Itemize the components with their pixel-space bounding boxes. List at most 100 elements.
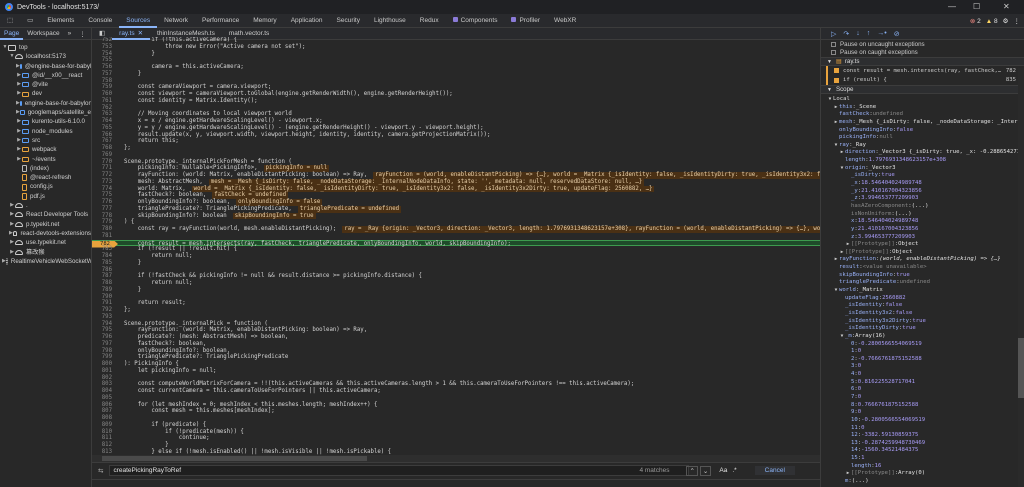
scope-variable[interactable]: 1: 0	[821, 348, 1024, 356]
scope-variable[interactable]: 11: 0	[821, 425, 1024, 433]
tree-item[interactable]: ▶ p.typekit.net	[0, 220, 91, 229]
scope-variable[interactable]: 9: 0	[821, 409, 1024, 417]
scope-variable[interactable]: 8: 0.7666761875152588	[821, 402, 1024, 410]
line-number[interactable]: 796	[92, 334, 116, 341]
scope-variable[interactable]: m: (...)	[821, 478, 1024, 486]
line-number[interactable]: 757	[92, 71, 116, 78]
scope-variable[interactable]: _isIdentityDirty: true	[821, 325, 1024, 333]
settings-gear-icon[interactable]: ⚙	[1003, 17, 1009, 25]
line-number[interactable]: 791	[92, 300, 116, 307]
tree-item[interactable]: ▶ googlemaps/satellite_e	[0, 108, 91, 117]
tree-item[interactable]: ▶ node_modules	[0, 127, 91, 136]
line-number[interactable]: 776	[92, 199, 116, 206]
line-number[interactable]: 771	[92, 165, 116, 172]
scope-variable[interactable]: ▶ direction: _Vector3 {_isDirty: true, _x…	[821, 149, 1024, 157]
line-number[interactable]: 766	[92, 132, 116, 139]
sidebar-scrollbar[interactable]	[1018, 68, 1024, 487]
line-number[interactable]: 779	[92, 219, 116, 226]
breakpoint-checkbox[interactable]	[834, 77, 839, 83]
line-number[interactable]: 786	[92, 267, 116, 274]
scope-variable[interactable]: 10: -0.2800566554069519	[821, 417, 1024, 425]
tab-profiler[interactable]: Profiler	[504, 14, 547, 28]
line-number[interactable]: 802	[92, 375, 116, 382]
tab-security[interactable]: Security	[330, 14, 367, 28]
tree-item[interactable]: ▶ react-devtools-extensions	[0, 229, 91, 238]
line-number[interactable]: 809	[92, 422, 116, 429]
tree-item[interactable]: @react-refresh	[0, 173, 91, 182]
close-tab-icon[interactable]: ✕	[138, 30, 143, 37]
line-number[interactable]: 768	[92, 145, 116, 152]
line-number[interactable]: 774	[92, 186, 116, 193]
scope-variable[interactable]: _isIdentity3x2Dirty: true	[821, 318, 1024, 326]
line-number[interactable]: 780	[92, 226, 116, 233]
line-number[interactable]: 752	[92, 37, 116, 44]
scope-variable[interactable]: 15: 1	[821, 455, 1024, 463]
tree-item[interactable]: ▶ @id/__x00__react	[0, 71, 91, 80]
scope-variable[interactable]: 3: 0	[821, 363, 1024, 371]
line-number[interactable]: 798	[92, 348, 116, 355]
line-number[interactable]: 753	[92, 44, 116, 51]
next-match-button[interactable]: ⌄	[699, 465, 712, 476]
tab-memory[interactable]: Memory	[246, 14, 283, 28]
line-number[interactable]: 778	[92, 213, 116, 220]
line-number[interactable]: 770	[92, 159, 116, 166]
line-number[interactable]: 805	[92, 395, 116, 402]
scope-variable[interactable]: skipBoundingInfo: true	[821, 272, 1024, 280]
line-number[interactable]: 758	[92, 78, 116, 85]
tab-workspace[interactable]: Workspace	[23, 30, 63, 37]
tree-item[interactable]: ▶ use.typekit.net	[0, 238, 91, 247]
scope-variable[interactable]: pickingInfo: null	[821, 134, 1024, 142]
line-number[interactable]: 800	[92, 361, 116, 368]
scope-variable[interactable]: length: 1.7976931348623157e+308	[821, 157, 1024, 165]
scope-variable[interactable]: ▼ world: _Matrix	[821, 287, 1024, 295]
line-number[interactable]: 763	[92, 111, 116, 118]
line-number[interactable]: 765	[92, 125, 116, 132]
minimize-button[interactable]: —	[948, 2, 956, 11]
scope-variable[interactable]: _x: 18.546404024989748	[821, 180, 1024, 188]
scope-variable[interactable]: 4: 0	[821, 371, 1024, 379]
deactivate-breakpoints-icon[interactable]: ⊘	[894, 30, 900, 38]
scope-variable[interactable]: y: 21.410167004323856	[821, 226, 1024, 234]
scope-variable[interactable]: 5: 0.816225528717041	[821, 379, 1024, 387]
line-number[interactable]: 764	[92, 118, 116, 125]
previous-match-button[interactable]: ⌃	[686, 465, 698, 476]
tree-item[interactable]: ▶ @vite	[0, 80, 91, 89]
tab-network[interactable]: Network	[157, 14, 195, 28]
step-out-icon[interactable]: ↑	[867, 30, 871, 37]
scope-variable[interactable]: length: 16	[821, 463, 1024, 471]
scope-variable[interactable]: ▶ [[Prototype]]: Object	[821, 241, 1024, 249]
line-number[interactable]: 785	[92, 260, 116, 267]
resume-icon[interactable]: ▷	[831, 30, 836, 38]
step-icon[interactable]: →•	[877, 30, 886, 37]
tree-item[interactable]: pdf.js	[0, 192, 91, 201]
line-number[interactable]: 754	[92, 51, 116, 58]
tab-components[interactable]: Components	[446, 14, 505, 28]
tree-item[interactable]: config.js	[0, 182, 91, 191]
pause-uncaught-checkbox[interactable]: Pause on uncaught exceptions	[821, 40, 1024, 49]
tab-console[interactable]: Console	[81, 14, 119, 28]
scope-variable[interactable]: ▼ ray: _Ray	[821, 142, 1024, 150]
scope-variable[interactable]: _y: 21.410167004323856	[821, 188, 1024, 196]
scope-variable[interactable]: _isIdentity3x2: false	[821, 310, 1024, 318]
tree-item[interactable]: ▼ top	[0, 43, 91, 52]
breakpoint-item[interactable]: if (result) {835	[826, 75, 1024, 85]
scope-header[interactable]: ▼ Scope	[821, 85, 1024, 94]
scope-variable[interactable]: 0: -0.2800566554069519	[821, 341, 1024, 349]
navigator-menu-icon[interactable]: ⋮	[75, 30, 90, 38]
tree-item[interactable]: ▶ React Developer Tools	[0, 210, 91, 219]
scope-variable[interactable]: fastCheck: undefined	[821, 111, 1024, 119]
horizontal-scrollbar[interactable]	[92, 455, 820, 462]
tree-item[interactable]: ▶ src	[0, 136, 91, 145]
line-number[interactable]: 775	[92, 192, 116, 199]
line-number[interactable]: 810	[92, 429, 116, 436]
line-number[interactable]: 773	[92, 179, 116, 186]
more-menu-icon[interactable]: ⋮	[1014, 17, 1021, 25]
line-number[interactable]: 756	[92, 64, 116, 71]
tab-lighthouse[interactable]: Lighthouse	[367, 14, 413, 28]
scope-variable[interactable]: _isDirty: true	[821, 172, 1024, 180]
scope-variable[interactable]: ▼ Local	[821, 96, 1024, 104]
tab-page[interactable]: Page	[0, 28, 24, 40]
line-number[interactable]: 797	[92, 341, 116, 348]
tree-item[interactable]: ▶ webpack	[0, 145, 91, 154]
tree-item[interactable]: ▶ @engine-base-for-babylon	[0, 62, 91, 71]
